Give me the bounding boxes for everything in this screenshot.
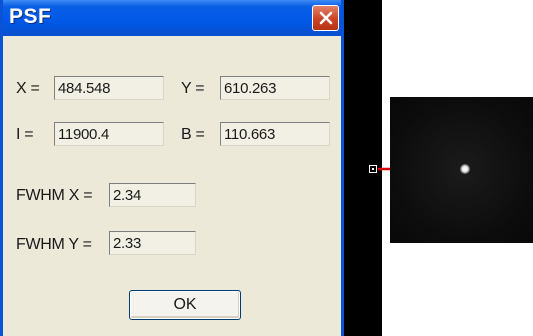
x-field[interactable]: 484.548 bbox=[54, 76, 164, 100]
i-label: I = bbox=[16, 126, 34, 143]
title-bar[interactable]: PSF bbox=[3, 0, 341, 36]
y-label: Y = bbox=[181, 80, 205, 97]
b-label: B = bbox=[181, 126, 205, 143]
x-label: X = bbox=[16, 80, 40, 97]
psf-dialog: PSF X = 484.548 Y = 610.263 I = 11900.4 … bbox=[0, 0, 344, 336]
dialog-title: PSF bbox=[9, 5, 52, 28]
fwhm-x-label: FWHM X = bbox=[16, 187, 93, 204]
close-icon bbox=[319, 11, 333, 25]
fwhm-y-field[interactable]: 2.33 bbox=[109, 231, 196, 255]
ok-button[interactable]: OK bbox=[129, 290, 241, 320]
fwhm-x-field[interactable]: 2.34 bbox=[109, 183, 196, 207]
y-field[interactable]: 610.263 bbox=[220, 76, 330, 100]
star-point bbox=[460, 164, 470, 174]
b-field[interactable]: 110.663 bbox=[220, 122, 330, 146]
close-button[interactable] bbox=[312, 5, 339, 31]
i-field[interactable]: 11900.4 bbox=[54, 122, 164, 146]
fwhm-y-label: FWHM Y = bbox=[16, 236, 92, 253]
star-marker-icon[interactable] bbox=[369, 165, 377, 173]
